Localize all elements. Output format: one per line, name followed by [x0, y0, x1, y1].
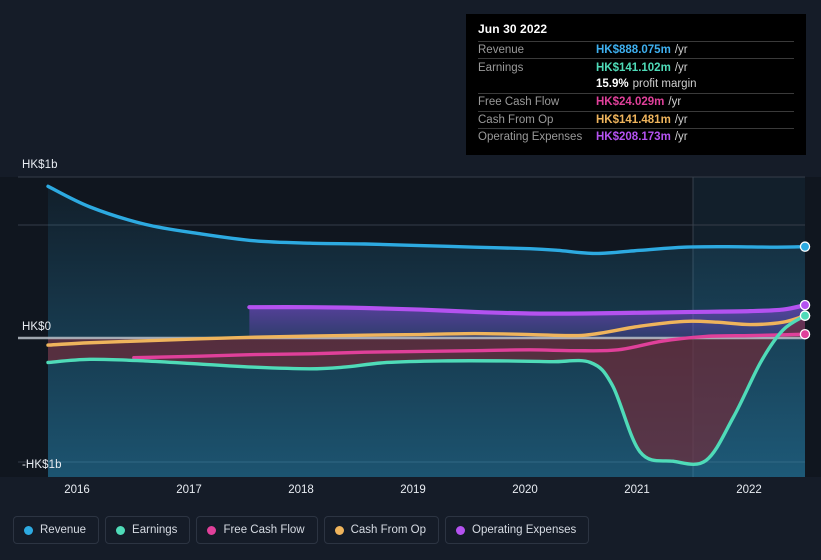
- x-axis-tick-2019: 2019: [400, 484, 426, 496]
- tooltip-row: Free Cash Flow HK$24.029m/yr: [478, 93, 794, 110]
- legend-item-label: Earnings: [132, 524, 178, 536]
- x-axis-tick-2016: 2016: [64, 484, 90, 496]
- legend-item-label: Cash From Op: [350, 524, 427, 536]
- legend-color-dot-icon: [116, 525, 126, 535]
- tooltip-row-unit: /yr: [674, 61, 688, 74]
- tooltip-date: Jun 30 2022: [478, 22, 548, 36]
- data-tooltip: Jun 30 2022 Revenue HK$888.075m/yr Earning…: [466, 14, 806, 155]
- tooltip-row: Cash From Op HK$141.481m/yr: [478, 110, 794, 128]
- tooltip-row-label: Operating Expenses: [478, 131, 583, 144]
- tooltip-row-unit: profit margin: [632, 78, 697, 91]
- tooltip-row-value: HK$208.173m: [596, 131, 671, 144]
- tooltip-row-label: Revenue: [478, 44, 525, 57]
- y-axis-label-bottom: -HK$1b: [22, 459, 62, 471]
- legend-item-earnings[interactable]: Earnings: [105, 516, 191, 544]
- legend-color-dot-icon: [24, 525, 33, 535]
- tooltip-row-value: HK$141.481m: [596, 113, 671, 126]
- tooltip-row-label: Cash From Op: [478, 113, 554, 126]
- tooltip-row: Revenue HK$888.075m/yr: [478, 41, 794, 58]
- legend-item-operating-expenses[interactable]: Operating Expenses: [445, 516, 590, 544]
- tooltip-row-unit: /yr: [674, 113, 688, 126]
- x-axis-tick-2020: 2020: [512, 484, 538, 496]
- x-axis-tick-2017: 2017: [176, 484, 202, 496]
- tooltip-row-value: HK$141.102m: [596, 61, 671, 74]
- tooltip-row: Earnings HK$141.102m/yr: [478, 58, 794, 75]
- legend-item-label: Revenue: [40, 524, 87, 536]
- tooltip-row-unit: /yr: [674, 131, 688, 144]
- legend-color-dot-icon: [207, 525, 217, 535]
- x-axis-tick-2021: 2021: [624, 484, 650, 496]
- legend-item-revenue[interactable]: Revenue: [13, 516, 100, 544]
- x-axis: 2016 2017 2018 2019 2020 2021 2022: [0, 484, 821, 502]
- legend-item-label: Operating Expenses: [472, 524, 577, 536]
- tooltip-row-label: Free Cash Flow: [478, 96, 560, 109]
- tooltip-row: 15.9% profit margin: [478, 76, 794, 93]
- tooltip-row: Operating Expenses HK$208.173m/yr: [478, 127, 794, 145]
- tooltip-row-unit: /yr: [668, 96, 682, 109]
- y-axis-label-top: HK$1b: [22, 159, 58, 171]
- tooltip-row-value: HK$24.029m: [596, 96, 665, 109]
- tooltip-row-value: HK$888.075m: [596, 44, 671, 57]
- tooltip-rows: Revenue HK$888.075m/yr Earnings HK$141.102m…: [478, 41, 794, 145]
- tooltip-row-label: Earnings: [478, 61, 524, 74]
- legend-item-cash-from-op[interactable]: Cash From Op: [323, 516, 440, 544]
- legend-item-free-cash-flow[interactable]: Free Cash Flow: [196, 516, 318, 544]
- tooltip-row-value: 15.9%: [596, 78, 629, 91]
- legend-color-dot-icon: [456, 525, 466, 535]
- chart-legend: Revenue Earnings Free Cash Flow Cash From O…: [13, 516, 590, 544]
- y-axis-label-zero: HK$0: [22, 321, 52, 333]
- financials-chart-widget: HK$1b HK$0 -HK$1b 2016 2017 2018 2019 2020 20…: [0, 0, 821, 560]
- legend-color-dot-icon: [334, 525, 344, 535]
- x-axis-tick-2022: 2022: [736, 484, 762, 496]
- tooltip-row-unit: /yr: [674, 44, 688, 57]
- legend-item-label: Free Cash Flow: [223, 524, 305, 536]
- x-axis-tick-2018: 2018: [288, 484, 314, 496]
